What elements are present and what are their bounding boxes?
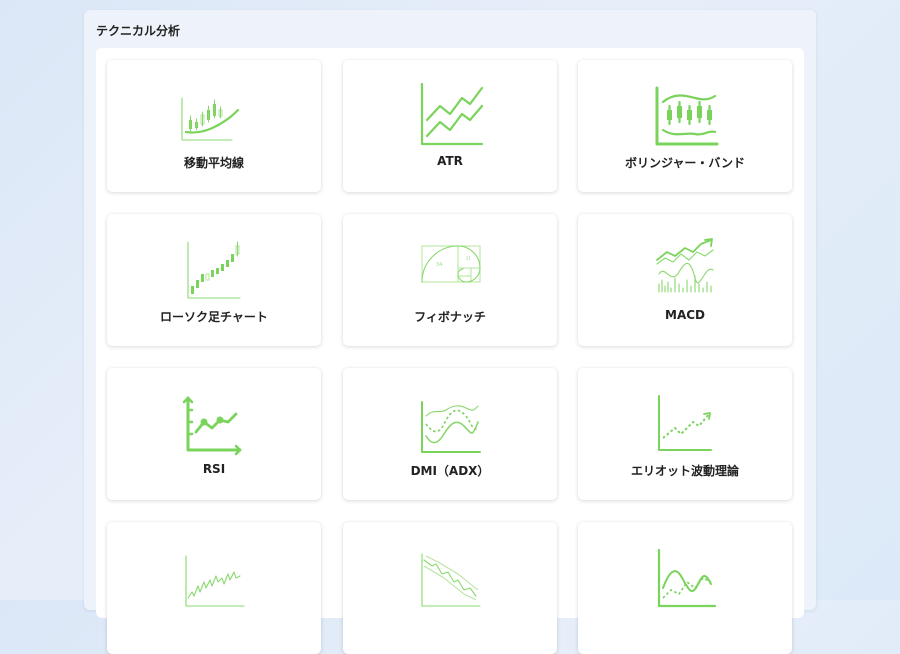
candlestick-chart-icon xyxy=(187,241,241,299)
elliott-wave-chart-icon xyxy=(658,395,712,451)
card-atr[interactable]: ATR xyxy=(343,60,557,192)
dmi-chart-icon xyxy=(421,401,481,453)
card-candlestick[interactable]: ローソク足チャート xyxy=(107,214,321,346)
card-label: ローソク足チャート xyxy=(160,310,268,324)
downtrend-chart-icon xyxy=(421,553,481,607)
card-label: フィボナッチ xyxy=(414,310,486,324)
card-volatility[interactable] xyxy=(107,522,321,654)
card-label: 移動平均線 xyxy=(183,156,244,170)
card-label: MACD xyxy=(665,308,705,322)
rsi-chart-icon xyxy=(182,396,242,456)
card-oscillator[interactable] xyxy=(578,522,792,654)
card-downtrend[interactable] xyxy=(343,522,557,654)
card-elliott[interactable]: エリオット波動理論 xyxy=(578,368,792,500)
moving-average-chart-icon xyxy=(181,97,240,141)
card-macd[interactable]: MACD xyxy=(578,214,792,346)
card-label: ATR xyxy=(437,154,463,168)
card-label: RSI xyxy=(202,462,226,476)
card-bollinger[interactable]: ボリンジャー・バンド xyxy=(578,60,792,192)
volatility-chart-icon xyxy=(185,555,245,607)
fibonacci-spiral-icon: 34 21 xyxy=(421,245,481,283)
atr-chart-icon xyxy=(420,82,484,146)
card-label: エリオット波動理論 xyxy=(630,464,739,478)
macd-chart-icon xyxy=(656,238,714,293)
card-fibonacci[interactable]: 34 21 フィボナッチ xyxy=(343,214,557,346)
card-label: ボリンジャー・バンド xyxy=(624,156,745,170)
svg-text:21: 21 xyxy=(466,256,472,261)
oscillator-chart-icon xyxy=(657,548,717,608)
card-dmi[interactable]: DMI（ADX） xyxy=(343,368,557,500)
panel-title: テクニカル分析 xyxy=(96,24,181,38)
svg-text:34: 34 xyxy=(436,262,442,268)
technical-analysis-panel: テクニカル分析 移動平均線 ATR ボリンジャー・バンド ローソク足チャート 3… xyxy=(84,10,816,654)
bollinger-band-chart-icon xyxy=(655,86,719,146)
card-moving-average[interactable]: 移動平均線 xyxy=(107,60,321,192)
card-grid: 移動平均線 ATR ボリンジャー・バンド ローソク足チャート 34 21 フィボ… xyxy=(96,48,804,654)
card-label: DMI（ADX） xyxy=(410,464,490,478)
card-rsi[interactable]: RSI xyxy=(107,368,321,500)
